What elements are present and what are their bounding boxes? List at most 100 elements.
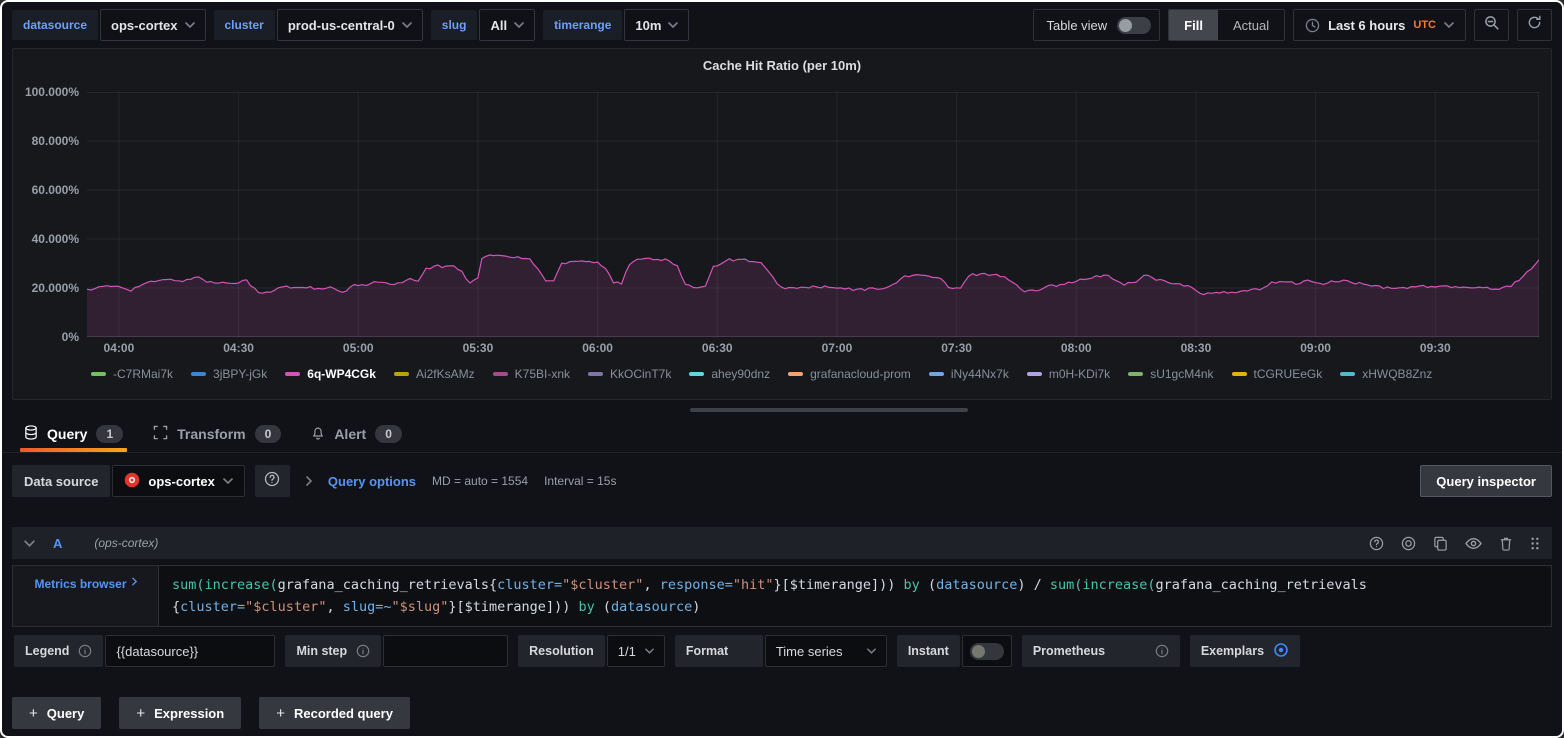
time-range-picker[interactable]: Last 6 hours UTC [1293,9,1466,41]
legend-swatch [929,372,944,376]
variable-datasource-dropdown[interactable]: ops-cortex [100,9,205,41]
resolution-select[interactable]: 1/1 [607,635,665,667]
query-options-link[interactable]: Query options [328,474,416,489]
add-query-button[interactable]: + Query [12,697,101,729]
legend-item[interactable]: -C7RMai7k [91,367,173,381]
tabs-divider [2,452,1562,453]
chevron-down-icon [514,22,524,28]
x-tick-label: 04:30 [223,341,254,355]
y-tick-label: 40.000% [32,232,79,246]
legend-item[interactable]: grafanacloud-prom [788,367,911,381]
format-option-label: Format [675,635,763,667]
promql-expression-input[interactable]: sum(increase(grafana_caching_retrievals{… [158,565,1552,627]
legend-option-label: Legend [14,635,103,667]
bell-icon [311,425,325,443]
plot-area[interactable] [87,92,1539,337]
fill-actual-segmented: Fill Actual [1168,9,1285,41]
legend-item[interactable]: xHWQB8Znz [1340,367,1432,381]
datasource-help-button[interactable] [255,465,290,497]
legend-item[interactable]: tCGRUEeGk [1232,367,1323,381]
legend-item[interactable]: Ai2fKsAMz [394,367,475,381]
cache-hit-ratio-chart [87,92,1539,337]
variable-timerange: timerange 10m [543,9,689,41]
variable-cluster-dropdown[interactable]: prod-us-central-0 [277,9,423,41]
chart-panel: Cache Hit Ratio (per 10m) 0%20.000%40.00… [12,48,1552,400]
legend-item[interactable]: K75BI-xnk [493,367,570,381]
x-tick-label: 06:00 [582,341,613,355]
max-data-points-text: MD = auto = 1554 [432,474,528,488]
format-select[interactable]: Time series [765,635,887,667]
legend-item[interactable]: m0H-KDi7k [1027,367,1110,381]
query-row-actions [1369,536,1540,551]
info-icon[interactable] [78,644,92,658]
fill-button[interactable]: Fill [1169,10,1218,40]
x-tick-label: 09:00 [1300,341,1331,355]
x-tick-label: 08:00 [1061,341,1092,355]
zoom-out-button[interactable] [1474,9,1509,41]
legend-series-name: K75BI-xnk [515,367,570,381]
hide-response-eye-icon[interactable] [1465,537,1482,550]
grafana-panel-editor: datasource ops-cortex cluster prod-us-ce… [0,0,1564,738]
query-options-bar: Legend Min step Resolution 1/1 [12,635,1552,667]
plus-icon: + [136,705,145,722]
metrics-browser-button[interactable]: Metrics browser [12,565,158,627]
refresh-button[interactable] [1517,9,1552,41]
instant-toggle[interactable] [970,643,1004,660]
legend-item[interactable]: KkOCinT7k [588,367,671,381]
legend-series-name: grafanacloud-prom [810,367,911,381]
zoom-out-icon [1484,15,1500,36]
chevron-right-icon [306,476,312,486]
clock-icon [1305,18,1320,33]
query-inspector-button[interactable]: Query inspector [1420,465,1552,497]
min-step-input[interactable] [383,635,508,667]
info-icon[interactable] [1155,644,1169,658]
query-row-header[interactable]: A (ops-cortex) [12,527,1552,559]
table-view-toggle[interactable] [1117,17,1151,34]
info-icon[interactable] [356,644,370,658]
instant-toggle-box [962,635,1012,667]
datasource-label: Data source [12,465,110,497]
add-recorded-query-button[interactable]: + Recorded query [259,697,410,729]
variable-timerange-dropdown[interactable]: 10m [624,9,689,41]
y-axis-labels: 0%20.000%40.000%60.000%80.000%100.000% [21,92,87,337]
cortex-datasource-logo [124,472,140,491]
variable-slug-dropdown[interactable]: All [479,9,535,41]
prometheus-option-label: Prometheus [1022,635,1180,667]
query-ref-id: A [53,536,62,551]
exemplars-option-label: Exemplars [1190,635,1300,667]
legend-item[interactable]: 3jBPY-jGk [191,367,267,381]
query-editor-card: A (ops-cortex) Metrics browser sum(incre… [12,527,1552,667]
tab-alert[interactable]: Alert 0 [311,416,402,452]
variable-slug: slug All [431,9,535,41]
x-tick-label: 07:30 [941,341,972,355]
drag-handle-icon[interactable] [1530,536,1540,551]
legend-swatch [191,372,206,376]
variable-datasource-label: datasource [12,10,98,40]
min-step-option-label: Min step [285,635,381,667]
promql-code-line: {cluster="$cluster", slug=~"$slug"}[$tim… [172,596,1538,618]
query-options-group[interactable]: Query options MD = auto = 1554 Interval … [306,474,617,489]
legend-swatch [588,372,603,376]
legend-series-name: ahey90dnz [711,367,770,381]
collapse-chevron-icon[interactable] [24,540,35,547]
actual-button[interactable]: Actual [1218,10,1284,40]
legend-item[interactable]: 6q-WP4CGk [285,367,376,381]
horizontal-scrollbar[interactable] [690,408,968,412]
legend-format-input[interactable] [105,635,275,667]
legend-item[interactable]: ahey90dnz [689,367,770,381]
disable-query-icon[interactable] [1401,536,1416,551]
datasource-picker[interactable]: ops-cortex [112,465,244,497]
duplicate-query-icon[interactable] [1433,536,1448,551]
tab-transform[interactable]: Transform 0 [153,416,281,452]
legend-series-name: 3jBPY-jGk [213,367,267,381]
legend-swatch [285,372,300,376]
legend-item[interactable]: sU1gcM4nk [1128,367,1213,381]
legend-item[interactable]: iNy44Nx7k [929,367,1009,381]
help-icon[interactable] [1369,536,1384,551]
legend-series-name: -C7RMai7k [113,367,173,381]
tab-query[interactable]: Query 1 [24,416,123,452]
exemplars-toggle-icon[interactable] [1273,642,1289,661]
table-view-label: Table view [1046,18,1107,33]
add-expression-button[interactable]: + Expression [119,697,241,729]
delete-query-trash-icon[interactable] [1499,536,1513,551]
